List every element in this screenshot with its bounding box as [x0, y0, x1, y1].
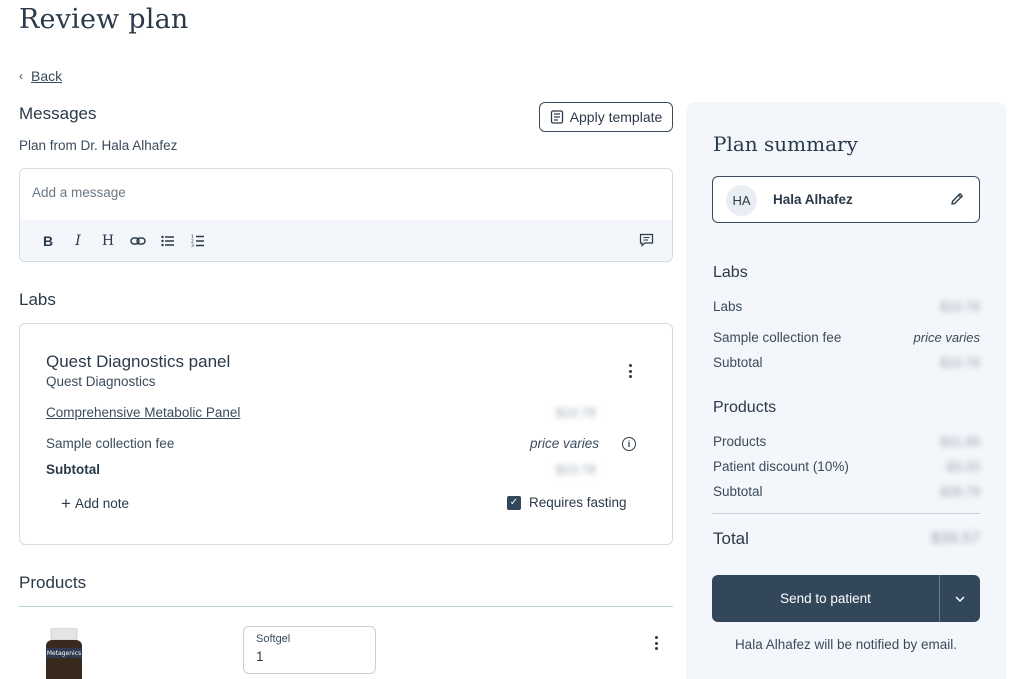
products-heading: Products — [19, 573, 87, 592]
page-title: Review plan — [19, 4, 189, 35]
messages-heading: Messages — [19, 104, 97, 123]
send-to-patient-button-group: Send to patient — [712, 575, 980, 622]
summary-labs-value: $10.78 — [940, 299, 980, 314]
products-divider — [19, 606, 673, 607]
summary-products-value: $31.99 — [940, 434, 980, 449]
product-bottle-image: Metagenics — [46, 628, 82, 679]
send-options-button[interactable] — [940, 575, 980, 622]
quantity-value: 1 — [256, 649, 264, 664]
chevron-left-icon: ‹ — [19, 69, 23, 83]
summary-labs-subtotal-value: $10.78 — [940, 355, 980, 370]
add-note-button[interactable]: + Add note — [61, 495, 129, 512]
requires-fasting-label: Requires fasting — [529, 495, 627, 510]
quantity-field[interactable]: Softgel 1 — [243, 626, 376, 674]
pencil-icon[interactable] — [949, 191, 965, 207]
send-to-patient-button[interactable]: Send to patient — [712, 575, 939, 622]
test-price: $10.78 — [556, 405, 596, 420]
plan-summary-panel: Plan summary HA Hala Alhafez Labs Labs $… — [686, 102, 1006, 679]
fee-value: price varies — [530, 436, 600, 451]
summary-products-row: Products — [713, 434, 767, 449]
message-input[interactable]: Add a message — [20, 169, 672, 221]
summary-fee-row: Sample collection fee — [713, 330, 842, 345]
info-icon[interactable]: i — [622, 437, 636, 451]
summary-title: Plan summary — [713, 132, 858, 156]
summary-divider — [712, 513, 980, 514]
chevron-down-icon — [955, 595, 965, 602]
panel-title: Quest Diagnostics panel — [46, 352, 231, 371]
link-icon[interactable] — [130, 233, 146, 249]
italic-button[interactable]: I — [70, 233, 86, 249]
comment-icon[interactable] — [638, 232, 654, 248]
notify-text: Hala Alhafez will be notified by email. — [734, 637, 958, 652]
plan-from-text: Plan from Dr. Hala Alhafez — [19, 138, 178, 153]
svg-text:3: 3 — [191, 243, 194, 247]
bold-button[interactable]: B — [40, 233, 56, 249]
fee-label: Sample collection fee — [46, 436, 175, 451]
template-icon — [550, 110, 563, 124]
heading-button[interactable]: H — [100, 233, 116, 249]
lab-panel-card: Quest Diagnostics panel Quest Diagnostic… — [19, 323, 673, 545]
summary-labs-heading: Labs — [713, 264, 748, 281]
product-more-icon[interactable] — [650, 634, 662, 652]
requires-fasting-checkbox[interactable]: ✓ Requires fasting — [507, 495, 627, 510]
total-value: $39.57 — [931, 530, 980, 547]
summary-discount-row: Patient discount (10%) — [713, 459, 849, 474]
test-name-link[interactable]: Comprehensive Metabolic Panel — [46, 405, 240, 420]
patient-name: Hala Alhafez — [773, 192, 853, 207]
total-label: Total — [713, 529, 749, 548]
editor-toolbar: B I H 1 2 3 — [20, 220, 672, 261]
summary-fee-value: price varies — [913, 330, 980, 345]
checkmark-icon: ✓ — [507, 495, 521, 510]
avatar: HA — [726, 185, 757, 216]
numbered-list-icon[interactable]: 1 2 3 — [190, 233, 206, 249]
form-label: Softgel — [256, 633, 291, 645]
subtotal-value: $10.78 — [556, 462, 596, 477]
message-editor: Add a message B I H 1 2 3 — [19, 168, 673, 262]
summary-labs-subtotal: Subtotal — [713, 355, 763, 370]
summary-labs-row: Labs — [713, 299, 743, 314]
summary-products-heading: Products — [713, 399, 777, 416]
bullet-list-icon[interactable] — [160, 233, 176, 249]
panel-more-icon[interactable] — [624, 362, 636, 380]
patient-card[interactable]: HA Hala Alhafez — [712, 176, 980, 223]
add-note-label: Add note — [74, 496, 129, 511]
summary-products-subtotal: Subtotal — [713, 484, 763, 499]
labs-heading: Labs — [19, 290, 56, 309]
back-label: Back — [31, 68, 63, 84]
summary-products-subtotal-value: $28.79 — [940, 484, 980, 499]
subtotal-label: Subtotal — [46, 462, 100, 477]
back-link[interactable]: ‹ Back — [19, 68, 62, 84]
plus-icon: + — [61, 494, 71, 513]
summary-discount-value: -$3.20 — [943, 459, 980, 474]
product-brand: Metagenics — [47, 650, 81, 657]
apply-template-button[interactable]: Apply template — [539, 102, 673, 132]
panel-provider: Quest Diagnostics — [46, 374, 156, 389]
apply-template-label: Apply template — [569, 109, 663, 125]
